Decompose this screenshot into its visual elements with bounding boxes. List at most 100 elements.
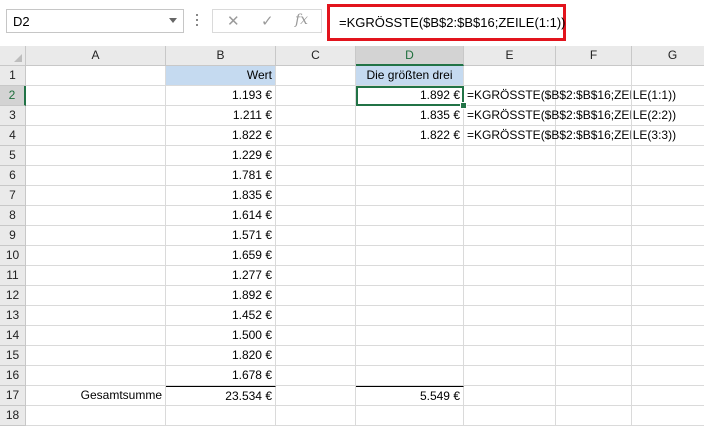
cell-b1[interactable]: Wert [166, 66, 276, 86]
cancel-icon[interactable]: ✕ [227, 12, 240, 30]
cell-a14[interactable] [26, 326, 166, 346]
cell-d12[interactable] [356, 286, 464, 306]
formula-input[interactable]: =KGRÖSSTE($B$2:$B$16;ZEILE(1:1)) [327, 4, 566, 41]
cell-b7[interactable]: 1.835 € [166, 186, 276, 206]
column-header-a[interactable]: A [26, 46, 166, 66]
cell-b9[interactable]: 1.571 € [166, 226, 276, 246]
cell-a3[interactable] [26, 106, 166, 126]
cell-e9[interactable] [464, 226, 556, 246]
row-header-1[interactable]: 1 [0, 66, 26, 86]
cell-a13[interactable] [26, 306, 166, 326]
cell-c2[interactable] [276, 86, 356, 106]
cell-g3[interactable] [632, 106, 704, 126]
cell-d17[interactable]: 5.549 € [356, 386, 464, 406]
cell-c6[interactable] [276, 166, 356, 186]
cell-e14[interactable] [464, 326, 556, 346]
cell-d13[interactable] [356, 306, 464, 326]
cell-c16[interactable] [276, 366, 356, 386]
cell-f9[interactable] [556, 226, 632, 246]
cell-e17[interactable] [464, 386, 556, 406]
cell-g18[interactable] [632, 406, 704, 426]
row-header-14[interactable]: 14 [0, 326, 26, 346]
cell-b3[interactable]: 1.211 € [166, 106, 276, 126]
cell-f12[interactable] [556, 286, 632, 306]
cell-g15[interactable] [632, 346, 704, 366]
cell-c15[interactable] [276, 346, 356, 366]
cell-f8[interactable] [556, 206, 632, 226]
cell-b2[interactable]: 1.193 € [166, 86, 276, 106]
cell-e13[interactable] [464, 306, 556, 326]
cell-e18[interactable] [464, 406, 556, 426]
cell-g1[interactable] [632, 66, 704, 86]
cell-f10[interactable] [556, 246, 632, 266]
cell-d9[interactable] [356, 226, 464, 246]
cell-b17[interactable]: 23.534 € [166, 386, 276, 406]
cell-c7[interactable] [276, 186, 356, 206]
row-header-13[interactable]: 13 [0, 306, 26, 326]
row-header-8[interactable]: 8 [0, 206, 26, 226]
cell-a16[interactable] [26, 366, 166, 386]
column-header-g[interactable]: G [632, 46, 704, 66]
cell-f6[interactable] [556, 166, 632, 186]
cell-f14[interactable] [556, 326, 632, 346]
cell-b13[interactable]: 1.452 € [166, 306, 276, 326]
select-all-corner[interactable] [0, 46, 26, 66]
cell-g9[interactable] [632, 226, 704, 246]
cell-b8[interactable]: 1.614 € [166, 206, 276, 226]
cell-b12[interactable]: 1.892 € [166, 286, 276, 306]
cell-f1[interactable] [556, 66, 632, 86]
row-header-4[interactable]: 4 [0, 126, 26, 146]
row-header-16[interactable]: 16 [0, 366, 26, 386]
cell-e6[interactable] [464, 166, 556, 186]
cell-a7[interactable] [26, 186, 166, 206]
row-header-2[interactable]: 2 [0, 86, 26, 106]
cell-e5[interactable] [464, 146, 556, 166]
row-header-9[interactable]: 9 [0, 226, 26, 246]
cell-c5[interactable] [276, 146, 356, 166]
row-header-18[interactable]: 18 [0, 406, 26, 426]
row-header-7[interactable]: 7 [0, 186, 26, 206]
row-header-15[interactable]: 15 [0, 346, 26, 366]
cell-g2[interactable] [632, 86, 704, 106]
column-header-c[interactable]: C [276, 46, 356, 66]
cell-d1[interactable]: Die größten drei [356, 66, 464, 86]
cell-g11[interactable] [632, 266, 704, 286]
column-header-b[interactable]: B [166, 46, 276, 66]
cell-e16[interactable] [464, 366, 556, 386]
cell-a8[interactable] [26, 206, 166, 226]
row-header-10[interactable]: 10 [0, 246, 26, 266]
cell-c3[interactable] [276, 106, 356, 126]
cell-d6[interactable] [356, 166, 464, 186]
cell-b16[interactable]: 1.678 € [166, 366, 276, 386]
cell-b11[interactable]: 1.277 € [166, 266, 276, 286]
cell-e11[interactable] [464, 266, 556, 286]
drag-handle-icon[interactable] [196, 14, 199, 28]
cell-d14[interactable] [356, 326, 464, 346]
cell-f7[interactable] [556, 186, 632, 206]
cell-g14[interactable] [632, 326, 704, 346]
cell-g16[interactable] [632, 366, 704, 386]
cell-b15[interactable]: 1.820 € [166, 346, 276, 366]
cell-c1[interactable] [276, 66, 356, 86]
cell-f11[interactable] [556, 266, 632, 286]
cell-a10[interactable] [26, 246, 166, 266]
cell-c17[interactable] [276, 386, 356, 406]
cell-b5[interactable]: 1.229 € [166, 146, 276, 166]
row-header-3[interactable]: 3 [0, 106, 26, 126]
cell-g8[interactable] [632, 206, 704, 226]
cell-d11[interactable] [356, 266, 464, 286]
cell-b6[interactable]: 1.781 € [166, 166, 276, 186]
cell-f5[interactable] [556, 146, 632, 166]
cell-b10[interactable]: 1.659 € [166, 246, 276, 266]
cell-b14[interactable]: 1.500 € [166, 326, 276, 346]
cell-c9[interactable] [276, 226, 356, 246]
cell-e3[interactable]: =KGRÖSSTE($B$2:$B$16;ZEILE(2:2)) [464, 106, 676, 126]
cell-a12[interactable] [26, 286, 166, 306]
cell-e10[interactable] [464, 246, 556, 266]
cell-c18[interactable] [276, 406, 356, 426]
cell-f13[interactable] [556, 306, 632, 326]
cell-e12[interactable] [464, 286, 556, 306]
cell-a6[interactable] [26, 166, 166, 186]
cell-d2[interactable]: 1.892 € [356, 86, 464, 106]
cell-d16[interactable] [356, 366, 464, 386]
